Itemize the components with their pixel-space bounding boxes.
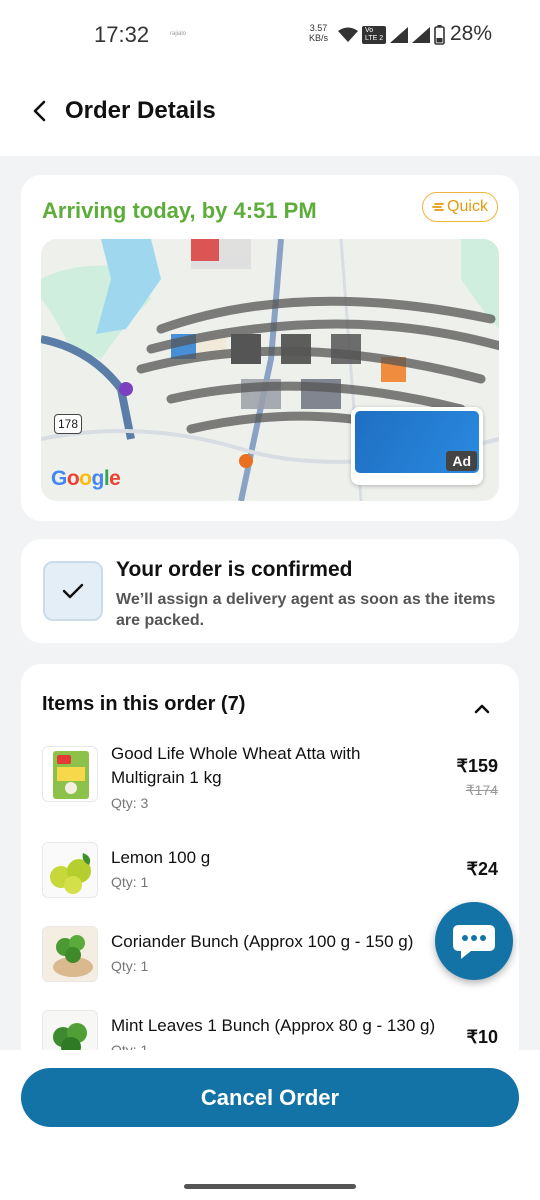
chevron-up-icon[interactable]: [470, 698, 494, 718]
page-title: Order Details: [65, 97, 216, 124]
checkmark-icon: [62, 583, 84, 599]
item-thumbnail: [42, 842, 98, 898]
cancel-order-button[interactable]: Cancel Order: [21, 1068, 519, 1127]
item-qty: Qty: 1: [111, 874, 149, 890]
ad-label: Ad: [446, 451, 477, 471]
confirmation-subtitle: We’ll assign a delivery agent as soon as…: [116, 591, 496, 629]
item-qty: Qty: 3: [111, 795, 149, 811]
item-name: Mint Leaves 1 Bunch (Approx 80 g - 130 g…: [111, 1016, 436, 1035]
header: Order Details: [0, 70, 540, 156]
road-number-badge: 178: [54, 414, 82, 434]
volte-icon: Vo LTE 2: [362, 26, 387, 44]
back-arrow-icon[interactable]: [26, 96, 56, 126]
network-speed-unit: KB/s: [309, 33, 329, 43]
map-ad-banner[interactable]: Ad: [351, 407, 483, 485]
eta-text: Arriving today, by 4:51 PM: [42, 198, 317, 223]
delivery-map[interactable]: 178 Google Ad: [41, 239, 499, 501]
google-logo: Google: [51, 467, 121, 490]
items-section-title: Items in this order (7): [42, 693, 246, 715]
battery-percent: 28%: [450, 22, 493, 45]
list-item[interactable]: Lemon 100 g Qty: 1 ₹24: [21, 842, 519, 902]
chat-support-button[interactable]: [435, 902, 513, 980]
item-price: ₹10: [466, 1027, 498, 1047]
status-icons: Vo LTE 2: [338, 22, 445, 48]
item-qty: Qty: 1: [111, 958, 149, 974]
status-mini-label: rajialo: [170, 31, 187, 37]
order-items-card: Items in this order (7) Good Life Whole …: [21, 664, 519, 1064]
confirmed-check-badge: [43, 561, 103, 621]
quick-badge-label: Quick: [447, 198, 488, 215]
network-speed-value: 3.57: [309, 23, 328, 33]
confirmation-title: Your order is confirmed: [116, 558, 353, 581]
item-name: Good Life Whole Wheat Atta with Multigra…: [111, 744, 361, 787]
item-thumbnail: [42, 926, 98, 982]
atta-pack-image: [53, 751, 89, 799]
footer-bar: Cancel Order: [0, 1050, 540, 1200]
quick-icon: [432, 203, 444, 211]
list-item[interactable]: Good Life Whole Wheat Atta with Multigra…: [21, 742, 519, 832]
coriander-image: [43, 927, 97, 981]
chat-bubble-icon: [453, 925, 495, 959]
signal-icon: [390, 27, 409, 43]
item-price: ₹24: [466, 859, 498, 879]
quick-badge: Quick: [422, 192, 498, 222]
gesture-home-bar[interactable]: [184, 1184, 356, 1189]
delivery-status-card: Arriving today, by 4:51 PM Quick 178 Goo…: [21, 175, 519, 521]
order-confirmed-card: Your order is confirmed We’ll assign a d…: [21, 539, 519, 643]
lemon-image: [43, 843, 97, 897]
network-speed: 3.57 KB/s: [309, 23, 328, 43]
wifi-icon: [338, 27, 358, 42]
status-time: 17:32: [94, 22, 150, 47]
item-name: Lemon 100 g: [111, 848, 211, 867]
item-name: Coriander Bunch (Approx 100 g - 150 g): [111, 932, 414, 951]
item-price: ₹159: [456, 756, 498, 776]
item-thumbnail: [42, 746, 98, 802]
battery-icon: [434, 25, 445, 45]
item-mrp: ₹174: [465, 782, 498, 798]
signal-2-icon: [412, 27, 431, 43]
status-bar: 17:32 rajialo 3.57 KB/s Vo LTE 2 28%: [0, 0, 540, 70]
